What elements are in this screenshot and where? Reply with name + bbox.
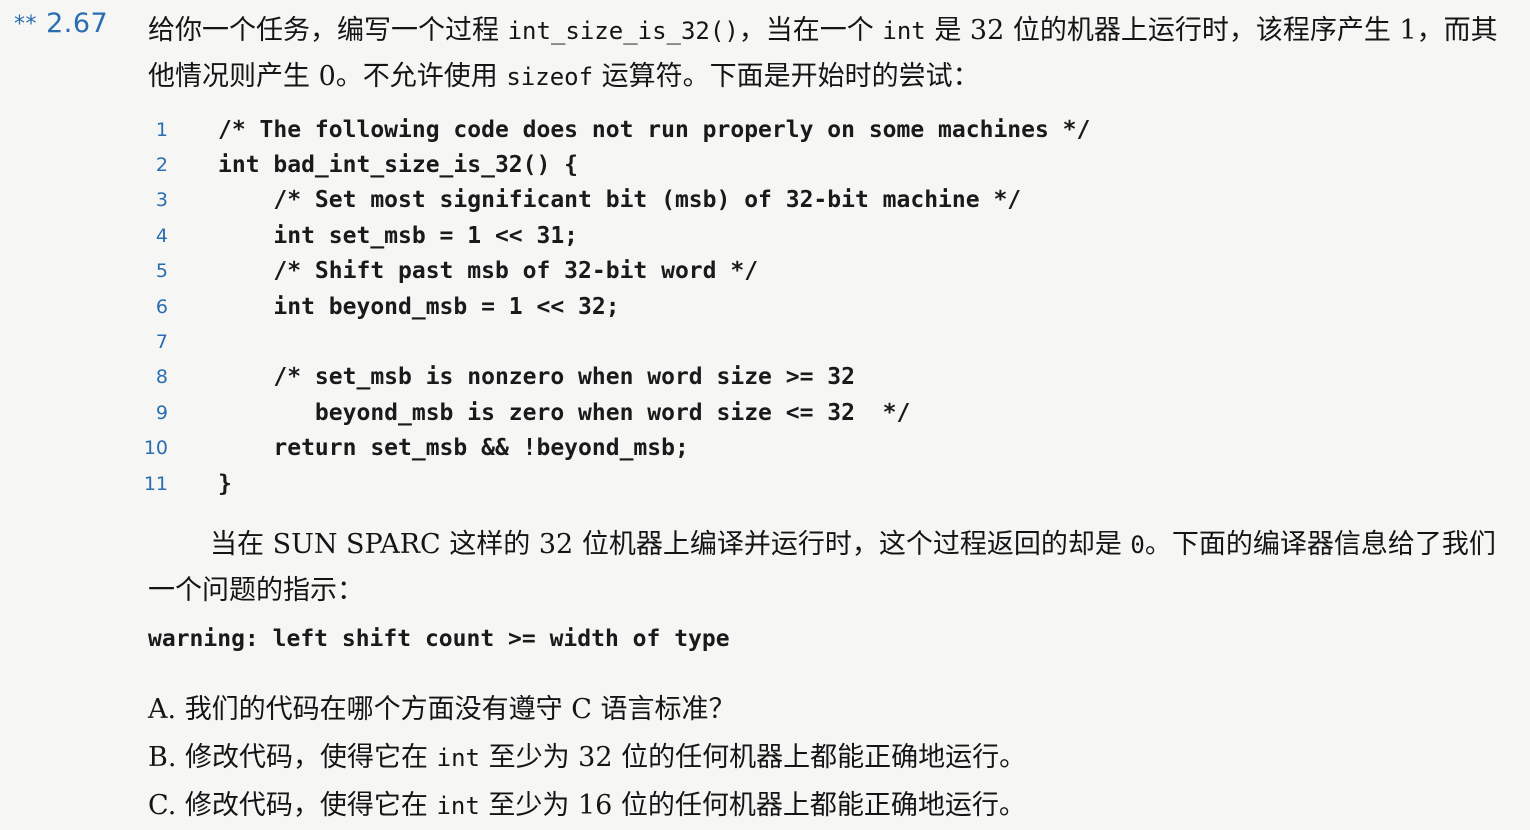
compiler-warning: warning: left shift count >= width of ty… bbox=[148, 626, 730, 652]
line-number: 7 bbox=[155, 331, 168, 354]
line-number: 8 bbox=[155, 366, 168, 389]
intro-text-4: 运算符。下面是开始时的尝试： bbox=[593, 61, 980, 92]
code-line: 7 bbox=[140, 324, 1340, 359]
line-number: 10 bbox=[143, 437, 168, 460]
paragraph-zero-value: 0 bbox=[1130, 531, 1145, 559]
explanation-paragraph: 当在 SUN SPARC 这样的 32 位机器上编译并运行时，这个过程返回的却是… bbox=[148, 522, 1508, 614]
question-text: 修改代码，使得它在 bbox=[184, 790, 437, 821]
difficulty-stars: ** bbox=[14, 12, 37, 37]
code-line: 10 return set_msb && !beyond_msb; bbox=[140, 431, 1340, 466]
question-b: B. 修改代码，使得它在 int 至少为 32 位的任何机器上都能正确地运行。 bbox=[148, 734, 1026, 782]
line-code: return set_msb && !beyond_msb; bbox=[218, 435, 689, 462]
line-code: /* Set most significant bit (msb) of 32-… bbox=[218, 187, 1022, 214]
code-line: 5 /* Shift past msb of 32-bit word */ bbox=[140, 254, 1340, 289]
problem-number: ** 2.67 bbox=[14, 8, 108, 39]
line-code: int beyond_msb = 1 << 32; bbox=[218, 293, 620, 320]
paragraph-text-1: 当在 SUN SPARC 这样的 32 位机器上编译并运行时，这个过程返回的却是 bbox=[210, 529, 1131, 560]
code-line: 3 /* Set most significant bit (msb) of 3… bbox=[140, 183, 1340, 218]
code-line: 9 beyond_msb is zero when word size <= 3… bbox=[140, 395, 1340, 430]
intro-function-name: int_size_is_32() bbox=[507, 17, 739, 45]
question-int-keyword: int bbox=[436, 744, 480, 772]
line-number: 3 bbox=[155, 189, 168, 212]
line-number: 1 bbox=[155, 118, 168, 141]
question-c: C. 修改代码，使得它在 int 至少为 16 位的任何机器上都能正确地运行。 bbox=[148, 782, 1026, 830]
line-number: 4 bbox=[155, 224, 168, 247]
intro-text-1: 给你一个任务，编写一个过程 bbox=[148, 15, 508, 46]
intro-sizeof-keyword: sizeof bbox=[506, 63, 594, 91]
code-line: 1 /* The following code does not run prop… bbox=[140, 112, 1340, 147]
line-code: /* Shift past msb of 32-bit word */ bbox=[218, 258, 759, 285]
question-text: 修改代码，使得它在 bbox=[185, 742, 437, 773]
line-number: 2 bbox=[155, 154, 168, 177]
line-number: 6 bbox=[155, 295, 168, 318]
line-code: int set_msb = 1 << 31; bbox=[218, 222, 579, 249]
question-a: A. 我们的代码在哪个方面没有遵守 C 语言标准？ bbox=[148, 686, 1026, 734]
line-number: 9 bbox=[155, 401, 168, 424]
line-code: } bbox=[218, 470, 232, 497]
line-code: /* The following code does not run prope… bbox=[218, 116, 1091, 143]
intro-text-2: ，当在一个 bbox=[738, 15, 883, 46]
question-label: B. bbox=[148, 742, 177, 773]
problem-intro: 给你一个任务，编写一个过程 int_size_is_32()，当在一个 int … bbox=[148, 8, 1508, 100]
code-line: 11} bbox=[140, 466, 1340, 501]
code-line: 4 int set_msb = 1 << 31; bbox=[140, 218, 1340, 253]
question-text: 我们的代码在哪个方面没有遵守 C 语言标准？ bbox=[184, 694, 736, 725]
code-line: 2 int bad_int_size_is_32() { bbox=[140, 147, 1340, 182]
question-label: A. bbox=[148, 694, 177, 725]
question-int-keyword: int bbox=[436, 792, 480, 820]
line-code: beyond_msb is zero when word size <= 32 … bbox=[218, 399, 911, 426]
code-line: 6 int beyond_msb = 1 << 32; bbox=[140, 289, 1340, 324]
question-label: C. bbox=[148, 790, 177, 821]
question-list: A. 我们的代码在哪个方面没有遵守 C 语言标准？ B. 修改代码，使得它在 i… bbox=[148, 686, 1026, 830]
line-code: int bad_int_size_is_32() { bbox=[218, 152, 579, 179]
problem-number-label: 2.67 bbox=[46, 8, 109, 39]
question-text-end: 至少为 32 位的任何机器上都能正确地运行。 bbox=[479, 742, 1027, 773]
code-block: 1 /* The following code does not run prop… bbox=[140, 112, 1340, 501]
line-number: 11 bbox=[143, 472, 168, 495]
code-line: 8 /* set_msb is nonzero when word size >… bbox=[140, 360, 1340, 395]
question-text-end: 至少为 16 位的任何机器上都能正确地运行。 bbox=[479, 790, 1026, 821]
line-code: /* set_msb is nonzero when word size >= … bbox=[218, 364, 855, 391]
line-number: 5 bbox=[155, 260, 168, 283]
intro-int-keyword: int bbox=[882, 17, 926, 45]
